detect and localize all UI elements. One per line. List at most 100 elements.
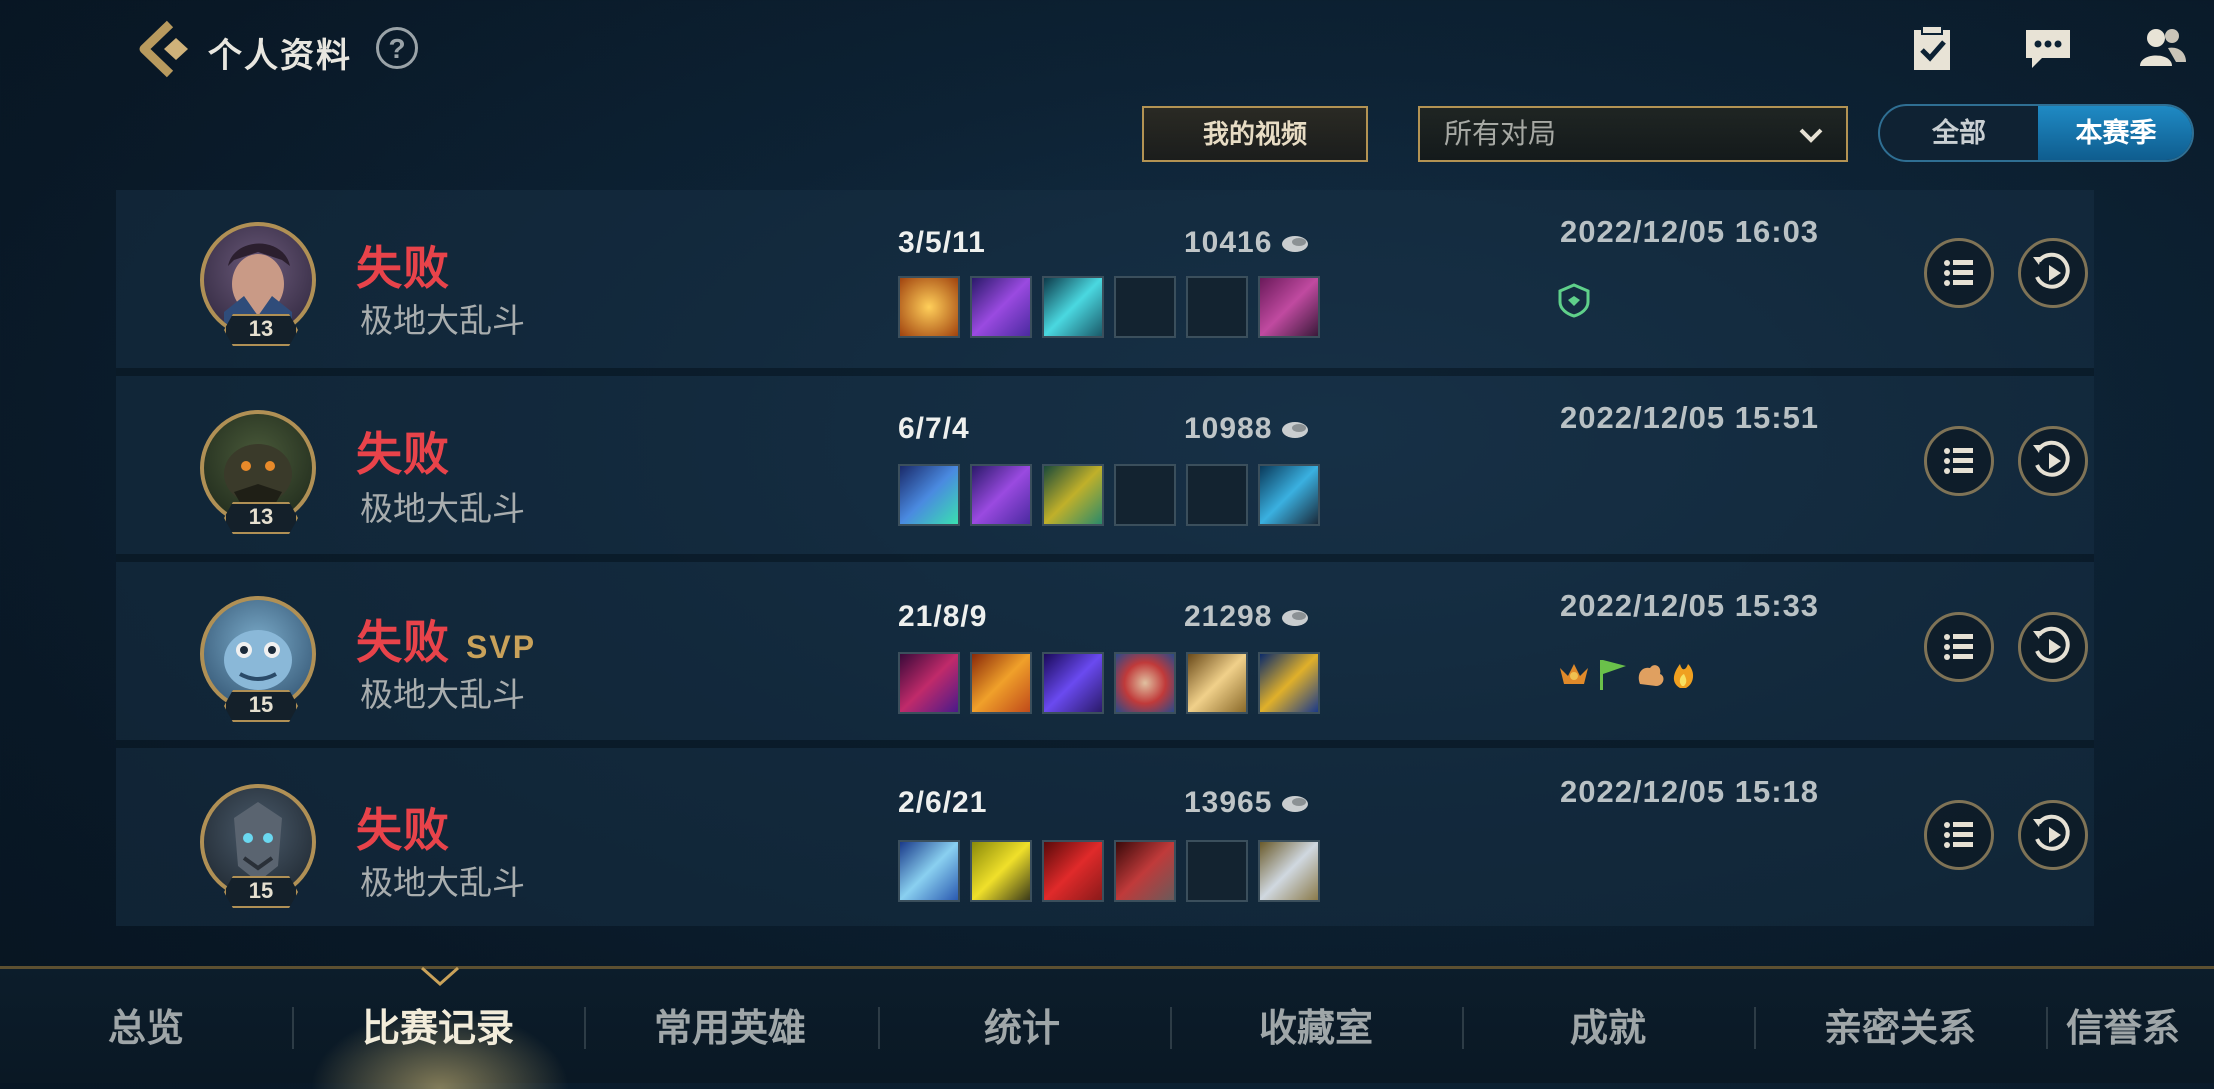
empty-item-slot — [1114, 464, 1176, 526]
replay-button[interactable] — [2018, 800, 2088, 870]
tab-match-history[interactable]: 比赛记录 — [318, 997, 558, 1052]
empty-item-slot — [1186, 840, 1248, 902]
replay-button[interactable] — [2018, 426, 2088, 496]
item-slot[interactable] — [898, 840, 960, 902]
toggle-season[interactable]: 本赛季 — [2038, 106, 2192, 160]
item-slot[interactable] — [970, 276, 1032, 338]
page-title: 个人资料 — [208, 37, 352, 75]
season-toggle[interactable]: 全部 本赛季 — [1878, 104, 2194, 162]
tab-relationships[interactable]: 亲密关系 — [1780, 997, 2020, 1052]
item-slot[interactable] — [898, 464, 960, 526]
boots-item-slot[interactable] — [1258, 840, 1320, 902]
match-timestamp: 2022/12/05 16:03 — [1560, 214, 1820, 249]
item-slot[interactable] — [1042, 276, 1104, 338]
nav-divider — [584, 1007, 586, 1049]
empty-item-slot — [1114, 276, 1176, 338]
kda: 21/8/9 — [898, 600, 988, 633]
item-slot[interactable] — [898, 652, 960, 714]
gold-coin-icon — [1282, 610, 1309, 627]
crown-badge-icon — [1560, 664, 1588, 684]
tasks-icon[interactable] — [1904, 20, 1960, 76]
tab-stats[interactable]: 统计 — [902, 997, 1142, 1052]
item-slot[interactable] — [1042, 652, 1104, 714]
fist-badge-icon — [1638, 665, 1664, 686]
svp-badge: SVP — [466, 629, 537, 665]
gold-earned: 10988 — [1184, 412, 1310, 446]
match-details-button[interactable] — [1924, 426, 1994, 496]
achievement-badges — [1556, 654, 1724, 694]
game-filter-select[interactable]: 所有对局 — [1418, 106, 1848, 162]
details-list-icon — [1944, 822, 1973, 848]
boots-item-slot[interactable] — [1258, 464, 1320, 526]
fire-badge-icon — [1673, 664, 1694, 688]
item-slot[interactable] — [1114, 840, 1176, 902]
tab-honor[interactable]: 信誉系 — [2066, 997, 2214, 1052]
nav-divider — [1462, 1007, 1464, 1049]
match-timestamp: 2022/12/05 15:18 — [1560, 774, 1820, 809]
replay-button[interactable] — [2018, 612, 2088, 682]
replay-button[interactable] — [2018, 238, 2088, 308]
item-slot[interactable] — [970, 464, 1032, 526]
item-slot[interactable] — [970, 652, 1032, 714]
gold-coin-icon — [1282, 796, 1309, 813]
match-details-button[interactable] — [1924, 800, 1994, 870]
match-result: 失败 — [356, 242, 450, 294]
empty-item-slot — [1186, 464, 1248, 526]
champion-level-badge: 15 — [224, 876, 298, 908]
nav-divider — [1754, 1007, 1756, 1049]
nav-divider — [878, 1007, 880, 1049]
game-mode: 极地大乱斗 — [360, 676, 525, 713]
toggle-all[interactable]: 全部 — [1880, 106, 2038, 160]
match-details-button[interactable] — [1924, 238, 1994, 308]
gold-earned: 13965 — [1184, 786, 1310, 820]
replay-icon — [2033, 252, 2070, 289]
achievement-badges — [1556, 282, 1592, 322]
item-slot[interactable] — [1042, 840, 1104, 902]
boots-item-slot[interactable] — [1258, 276, 1320, 338]
gold-coin-icon — [1282, 236, 1309, 253]
flag-badge-icon — [1600, 660, 1626, 690]
replay-icon — [2033, 440, 2070, 477]
help-icon[interactable]: ? — [376, 27, 418, 69]
kda: 3/5/11 — [898, 226, 986, 259]
game-filter-value: 所有对局 — [1444, 118, 1557, 149]
game-mode: 极地大乱斗 — [360, 864, 525, 901]
active-tab-caret-icon — [421, 966, 459, 987]
match-result: 失败 — [356, 428, 450, 480]
row-divider — [116, 554, 2094, 562]
friends-icon[interactable] — [2134, 20, 2190, 76]
item-slot[interactable] — [898, 276, 960, 338]
game-mode: 极地大乱斗 — [360, 302, 525, 339]
match-details-button[interactable] — [1924, 612, 1994, 682]
item-slot[interactable] — [1186, 652, 1248, 714]
back-icon[interactable] — [136, 18, 198, 80]
details-list-icon — [1944, 260, 1973, 286]
tab-overview[interactable]: 总览 — [26, 997, 266, 1052]
tab-achievements[interactable]: 成就 — [1488, 997, 1728, 1052]
gold-earned: 21298 — [1184, 600, 1310, 634]
champion-level-badge: 13 — [224, 314, 298, 346]
nav-divider — [292, 1007, 294, 1049]
kda: 2/6/21 — [898, 786, 988, 819]
item-slot[interactable] — [970, 840, 1032, 902]
item-slot[interactable] — [1042, 464, 1104, 526]
my-videos-button[interactable]: 我的视频 — [1142, 106, 1368, 162]
replay-icon — [2033, 814, 2070, 851]
champion-level-badge: 15 — [224, 690, 298, 722]
chevron-down-icon — [1799, 128, 1823, 143]
champion-level-badge: 13 — [224, 502, 298, 534]
tab-collection[interactable]: 收藏室 — [1196, 997, 1436, 1052]
achievement-icons — [1560, 660, 1694, 690]
details-list-icon — [1944, 634, 1973, 660]
empty-item-slot — [1186, 276, 1248, 338]
gold-coin-icon — [1282, 422, 1309, 439]
nav-divider — [2046, 1007, 2048, 1049]
chat-icon[interactable] — [2020, 20, 2076, 76]
match-result: 失败 SVP — [356, 616, 537, 668]
details-list-icon — [1944, 448, 1973, 474]
row-divider — [116, 368, 2094, 376]
match-timestamp: 2022/12/05 15:33 — [1560, 588, 1820, 623]
item-slot[interactable] — [1114, 652, 1176, 714]
tab-favorite-champions[interactable]: 常用英雄 — [610, 997, 850, 1052]
boots-item-slot[interactable] — [1258, 652, 1320, 714]
